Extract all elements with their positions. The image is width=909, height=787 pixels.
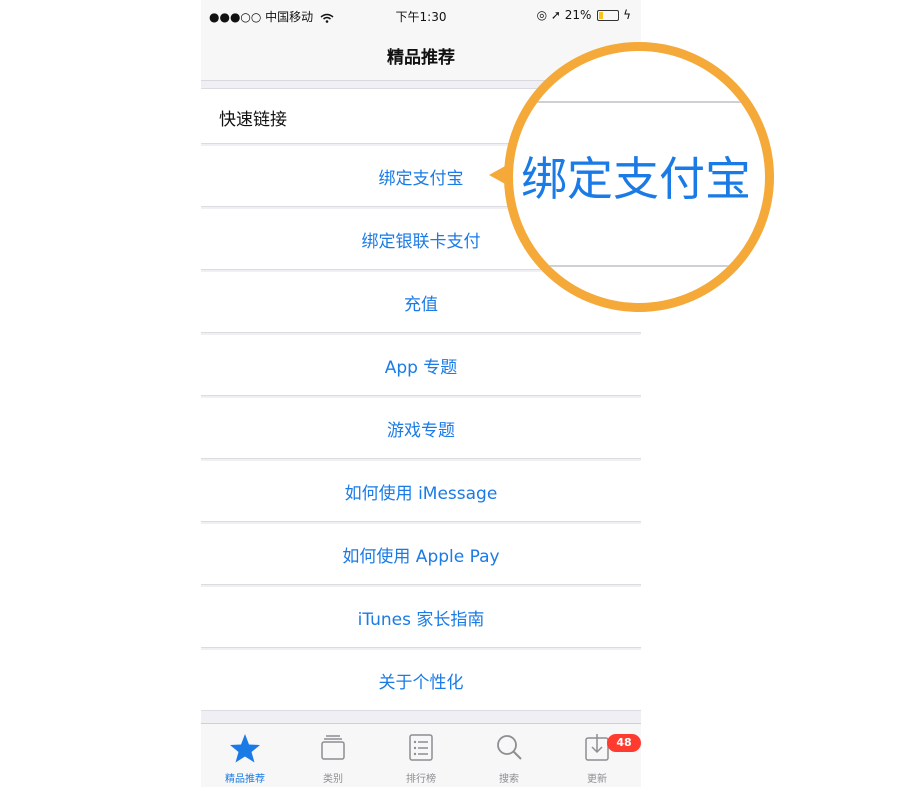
section-header-label: 快速链接 <box>219 110 287 130</box>
categories-icon <box>321 735 345 760</box>
charging-icon: ϟ <box>623 8 631 22</box>
link-imessage-guide[interactable]: 如何使用 iMessage <box>201 461 641 522</box>
magnifier-divider <box>513 265 765 267</box>
list-icon <box>409 734 433 761</box>
star-icon <box>230 734 260 763</box>
updates-badge: 48 <box>607 734 641 752</box>
magnifier-divider <box>513 101 765 103</box>
battery-icon <box>597 10 620 21</box>
battery-percent: 21% <box>564 8 592 22</box>
status-right: ◎ ➚ 21% ϟ <box>537 8 631 22</box>
tab-updates[interactable]: 48 更新 <box>553 724 641 787</box>
link-personalization[interactable]: 关于个性化 <box>201 650 641 711</box>
link-apple-pay-guide[interactable]: 如何使用 Apple Pay <box>201 524 641 585</box>
status-bar: ●●●○○ 中国移动 下午1:30 ◎ ➚ 21% ϟ <box>201 0 641 30</box>
tab-search[interactable]: 搜索 <box>465 724 553 787</box>
tab-bar: 精品推荐 类别 排行榜 搜索 48 更新 <box>201 723 641 787</box>
tab-categories[interactable]: 类别 <box>289 724 377 787</box>
magnified-link-label: 绑定支付宝 <box>521 152 751 206</box>
link-itunes-parents-guide[interactable]: iTunes 家长指南 <box>201 587 641 648</box>
link-app-topics[interactable]: App 专题 <box>201 335 641 396</box>
link-game-topics[interactable]: 游戏专题 <box>201 398 641 459</box>
magnifier-callout: 绑定支付宝 <box>504 42 774 312</box>
tab-featured[interactable]: 精品推荐 <box>201 724 289 787</box>
tab-top-charts[interactable]: 排行榜 <box>377 724 465 787</box>
location-icon: ◎ ➚ <box>536 8 561 22</box>
search-icon <box>497 735 522 760</box>
